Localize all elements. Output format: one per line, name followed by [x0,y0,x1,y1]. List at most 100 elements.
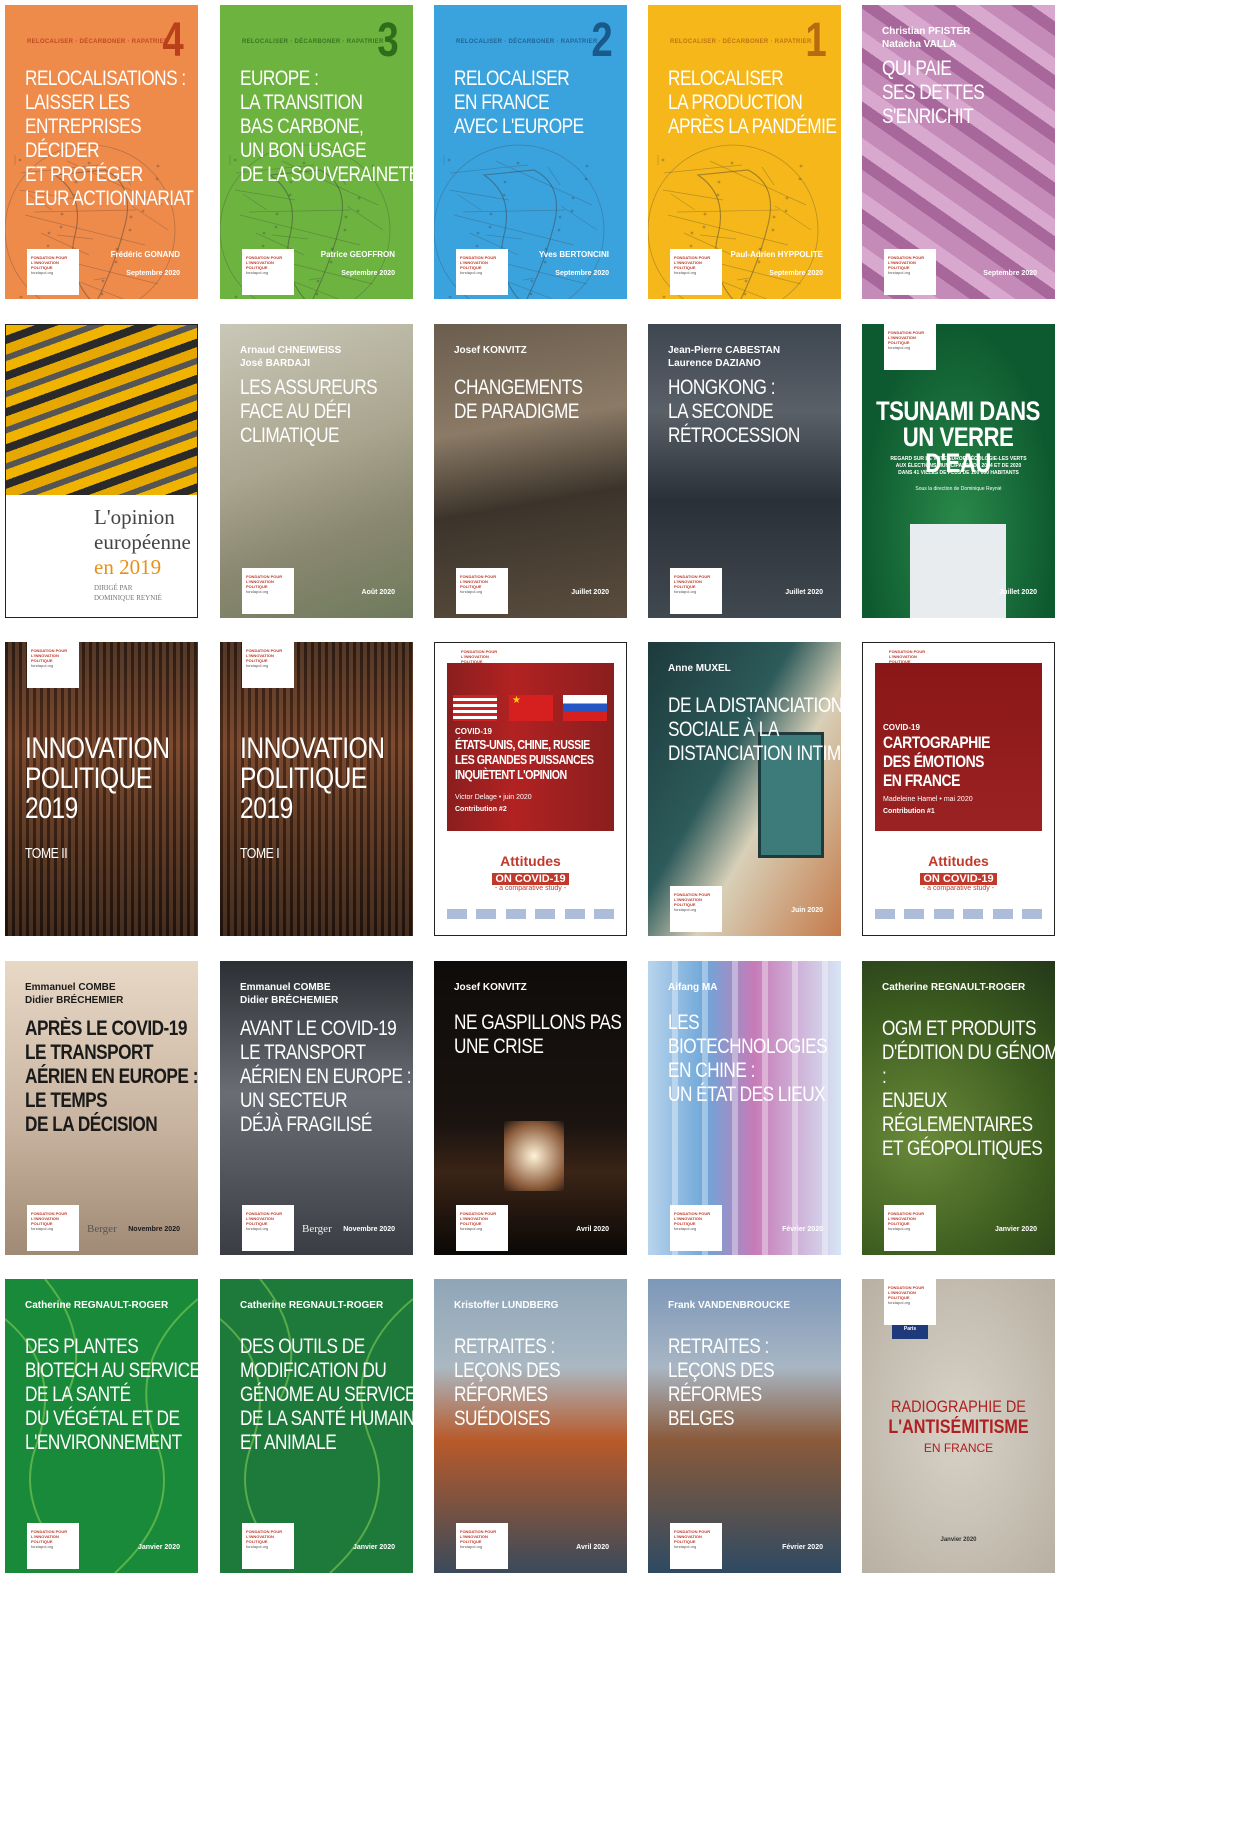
book-cover-10[interactable]: FONDATION POUR L'INNOVATION POLITIQUE fo… [862,324,1055,618]
fondapol-logo: FONDATION POUR L'INNOVATION POLITIQUE fo… [27,1205,79,1251]
book-cover-19[interactable]: Aifang MA LES BIOTECHNOLOGIES EN CHINE : … [648,961,841,1255]
cover-date: Septembre 2020 [555,270,609,277]
logo-site: fondapol.org [246,1226,269,1231]
cover-date: Septembre 2020 [769,270,823,277]
cover-title: LES ASSUREURS FACE AU DÉFI CLIMATIQUE [240,376,378,447]
cover-date: Février 2020 [782,1544,823,1551]
cover-authors: Josef KONVITZ [454,345,527,356]
cover-title: OGM ET PRODUITS D'ÉDITION DU GÉNOME : EN… [882,1017,1055,1160]
cover-authors: Kristoffer LUNDBERG [454,1300,559,1311]
book-cover-3[interactable]: RELOCALISER · DÉCARBONER · RAPATRIER 2 REL… [434,5,627,299]
logo-site: fondapol.org [674,270,697,275]
attitudes-covid: ON COVID-19 [492,873,569,885]
book-cover-2[interactable]: RELOCALISER · DÉCARBONER · RAPATRIER 3 EUR… [220,5,413,299]
cover-author: Yves BERTONCINI [538,250,609,259]
book-cover-13[interactable]: FONDATION POUR L'INNOVATION POLITIQUE fo… [434,642,627,936]
cover-contribution: Contribution #2 [455,806,507,813]
logo-site: fondapol.org [674,1226,697,1231]
cover-date: Juillet 2020 [571,589,609,596]
book-cover-23[interactable]: Kristoffer LUNDBERG RETRAITES : LEÇONS DE… [434,1279,627,1573]
logo-site: fondapol.org [246,1544,269,1549]
cover-subtitle: REGARD SUR LE VOTE EUROPE ÉCOLOGIE-LES V… [890,456,1027,476]
cover-byline: Madeleine Hamel • mai 2020 [883,796,973,803]
book-cover-4[interactable]: RELOCALISER · DÉCARBONER · RAPATRIER 1 REL… [648,5,841,299]
cover-title: INNOVATION POLITIQUE 2019 [25,732,170,825]
book-cover-25[interactable]: AJCParis FONDATION POUR L'INNOVATION POL… [862,1279,1055,1573]
cover-kicker: COVID-19 [883,723,920,732]
cover-title: LES BIOTECHNOLOGIES EN CHINE : UN ÉTAT D… [668,1011,828,1106]
cover-author: Paul-Adrien HYPPOLITE [730,250,823,259]
book-cover-9[interactable]: Jean-Pierre CABESTAN Laurence DAZIANO HON… [648,324,841,618]
cover-year: en 2019 [94,555,162,579]
book-cover-6[interactable]: L'opinion européenne en 2019 DIRIGÉ PAR DO… [5,324,198,618]
fondapol-logo: FONDATION POUR L'INNOVATION POLITIQUE fo… [670,249,722,295]
book-cover-1[interactable]: RELOCALISER · DÉCARBONER · RAPATRIER 4 REL… [5,5,198,299]
partner-logos [447,909,614,923]
cover-title: NE GASPILLONS PAS UNE CRISE [454,1011,622,1058]
cover-title: RELOCALISER LA PRODUCTION APRÈS LA PANDÉ… [668,67,841,138]
cover-title: RELOCALISER EN FRANCE AVEC L'EUROPE [454,67,584,138]
cover-byline: Victor Delage • juin 2020 [455,794,532,801]
book-cover-15[interactable]: FONDATION POUR L'INNOVATION POLITIQUE fo… [862,642,1055,936]
fondapol-logo: FONDATION POUR L'INNOVATION POLITIQUE fo… [242,249,294,295]
partner-logo-icon [933,909,954,919]
fondapol-logo: FONDATION POUR L'INNOVATION POLITIQUE fo… [456,1523,508,1569]
fondapol-logo: FONDATION POUR L'INNOVATION POLITIQUE fo… [242,568,294,614]
cover-title: RELOCALISATIONS : LAISSER LES ENTREPRISE… [25,67,194,210]
fondapol-logo: FONDATION POUR L'INNOVATION POLITIQUE fo… [670,886,722,932]
cover-date: Septembre 2020 [341,270,395,277]
book-cover-12[interactable]: FONDATION POUR L'INNOVATION POLITIQUE fo… [220,642,413,936]
book-cover-17[interactable]: Emmanuel COMBE Didier BRÉCHEMIER AVANT LE… [220,961,413,1255]
cover-title: INNOVATION POLITIQUE 2019 [240,732,385,825]
fondapol-logo: FONDATION POUR L'INNOVATION POLITIQUE fo… [884,1205,936,1251]
book-cover-8[interactable]: Josef KONVITZ CHANGEMENTS DE PARADIGME Jui… [434,324,627,618]
partner-logo-icon [505,909,526,919]
book-cover-14[interactable]: Anne MUXEL DE LA DISTANCIATION SOCIALE À … [648,642,841,936]
partner-logo-icon [963,909,984,919]
series-number: 1 [805,14,827,67]
book-cover-18[interactable]: Josef KONVITZ NE GASPILLONS PAS UNE CRISE… [434,961,627,1255]
series-number: 3 [377,14,399,67]
book-cover-20[interactable]: Catherine REGNAULT-ROGER OGM ET PRODUITS … [862,961,1055,1255]
china-flag-icon: ★ [509,695,553,721]
partner-logo-icon [447,909,467,919]
logo-site: fondapol.org [31,1226,54,1231]
logo-site: fondapol.org [674,1544,697,1549]
book-cover-22[interactable]: Catherine REGNAULT-ROGER DES OUTILS DE MO… [220,1279,413,1573]
cover-director: Sous la direction de Dominique Reynié [915,486,1002,492]
logo-site: fondapol.org [246,663,269,668]
series-label: RELOCALISER · DÉCARBONER · RAPATRIER [242,39,384,45]
book-cover-11[interactable]: FONDATION POUR L'INNOVATION POLITIQUE fo… [5,642,198,936]
cover-title: ÉTATS-UNIS, CHINE, RUSSIE LES GRANDES PU… [455,737,594,782]
cover-contribution: Contribution #1 [883,808,935,815]
fondapol-logo: FONDATION POUR L'INNOVATION POLITIQUE fo… [27,1523,79,1569]
book-cover-24[interactable]: Frank VANDENBROUCKE RETRAITES : LEÇONS DE… [648,1279,841,1573]
book-cover-16[interactable]: Emmanuel COMBE Didier BRÉCHEMIER APRÈS LE… [5,961,198,1255]
cover-date: Juin 2020 [791,907,823,914]
book-cover-21[interactable]: Catherine REGNAULT-ROGER DES PLANTES BIOT… [5,1279,198,1573]
cover-title: DE LA DISTANCIATION SOCIALE À LA DISTANC… [668,694,841,765]
cover-author: Patrice GEOFFRON [320,250,395,259]
book-cover-5[interactable]: Christian PFISTER Natacha VALLA QUI PAIE … [862,5,1055,299]
russia-flag-icon [563,695,607,721]
partner-logo-icon [564,909,585,919]
partner-logo-icon [904,909,925,919]
cover-title: RETRAITES : LEÇONS DES RÉFORMES BELGES [668,1335,775,1430]
partner-logo-icon [875,909,895,919]
fondapol-logo: FONDATION POUR L'INNOVATION POLITIQUE fo… [456,1205,508,1251]
cover-title: DES OUTILS DE MODIFICATION DU GÉNOME AU … [240,1335,413,1454]
logo-site: fondapol.org [246,270,269,275]
fondapol-logo: FONDATION POUR L'INNOVATION POLITIQUE fo… [27,249,79,295]
attitudes-word: Attitudes [500,853,561,869]
fondapol-logo: FONDATION POUR L'INNOVATION POLITIQUE fo… [456,568,508,614]
cover-title: QUI PAIE SES DETTES S'ENRICHIT [882,57,985,128]
cover-date: Septembre 2020 [126,270,180,277]
fondapol-logo: FONDATION POUR L'INNOVATION POLITIQUE fo… [242,1523,294,1569]
logo-site: fondapol.org [888,1226,911,1231]
fondapol-logo: FONDATION POUR L'INNOVATION POLITIQUE fo… [884,249,936,295]
book-cover-7[interactable]: Arnaud CHNEIWEISS José BARDAJI LES ASSURE… [220,324,413,618]
cover-title: HONGKONG : LA SECONDE RÉTROCESSION [668,376,800,447]
logo-site: fondapol.org [674,589,697,594]
cover-title: DES PLANTES BIOTECH AU SERVICE DE LA SAN… [25,1335,198,1454]
logo-site: fondapol.org [31,1544,54,1549]
